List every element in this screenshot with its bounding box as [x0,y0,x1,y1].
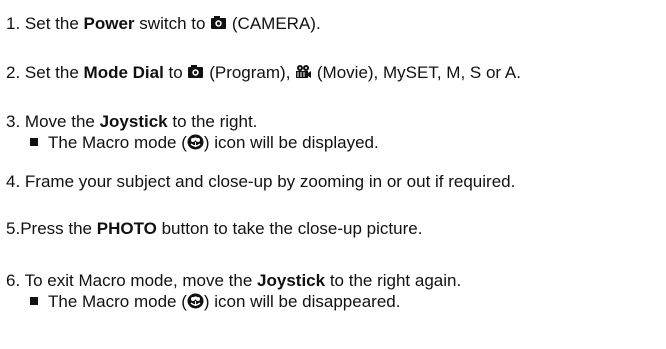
bullet-square-icon [30,138,38,146]
note-text: The Macro mode ( [48,292,187,311]
step-number: 3. [6,112,21,131]
step-5: 5.Press the PHOTO button to take the clo… [6,219,422,239]
step-number: 5. [6,219,21,238]
note-text: ) icon will be disappeared. [203,292,401,311]
step-6: 6. To exit Macro mode, move the Joystick… [6,271,461,291]
step-text: Move the [24,112,100,131]
step-text: to [163,63,188,82]
step-number: 2. [6,63,21,82]
macro-flower-icon [187,134,204,150]
step-text: Frame your subject and close-up by zoomi… [24,172,516,191]
step-2: 2. Set the Mode Dial to (Program), (Movi… [6,63,521,83]
step-text: button to take the close-up picture. [156,219,423,238]
step-1: 1. Set the Power switch to (CAMERA). [6,14,321,34]
step-keyword: Power [83,14,135,33]
step-text: Set the [24,63,84,82]
step-text: to the right again. [325,271,462,290]
step-3-note: The Macro mode ( ) icon will be displayed… [30,133,379,153]
camera-icon [187,64,204,80]
step-text: Press the [20,219,97,238]
step-text: (Program), [209,63,296,82]
movie-icon [295,64,312,80]
macro-flower-icon [187,293,204,309]
step-text: (Movie), MySET, M, S or A. [316,63,521,82]
step-text: To exit Macro mode, move the [24,271,258,290]
step-keyword: Joystick [99,112,168,131]
step-number: 6. [6,271,21,290]
step-text: to the right. [167,112,258,131]
step-3: 3. Move the Joystick to the right. [6,112,257,132]
step-text: (CAMERA). [231,14,321,33]
camera-icon [210,15,227,31]
step-keyword: Joystick [257,271,326,290]
instruction-page: 1. Set the Power switch to (CAMERA). 2. … [0,0,666,349]
note-text: ) icon will be displayed. [203,133,379,152]
step-keyword: PHOTO [96,219,157,238]
step-6-note: The Macro mode ( ) icon will be disappear… [30,292,400,312]
step-keyword: Mode Dial [83,63,164,82]
note-text: The Macro mode ( [48,133,187,152]
bullet-square-icon [30,297,38,305]
step-text: Set the [24,14,84,33]
step-number: 4. [6,172,21,191]
step-4: 4. Frame your subject and close-up by zo… [6,172,515,192]
step-text: switch to [134,14,211,33]
step-number: 1. [6,14,21,33]
